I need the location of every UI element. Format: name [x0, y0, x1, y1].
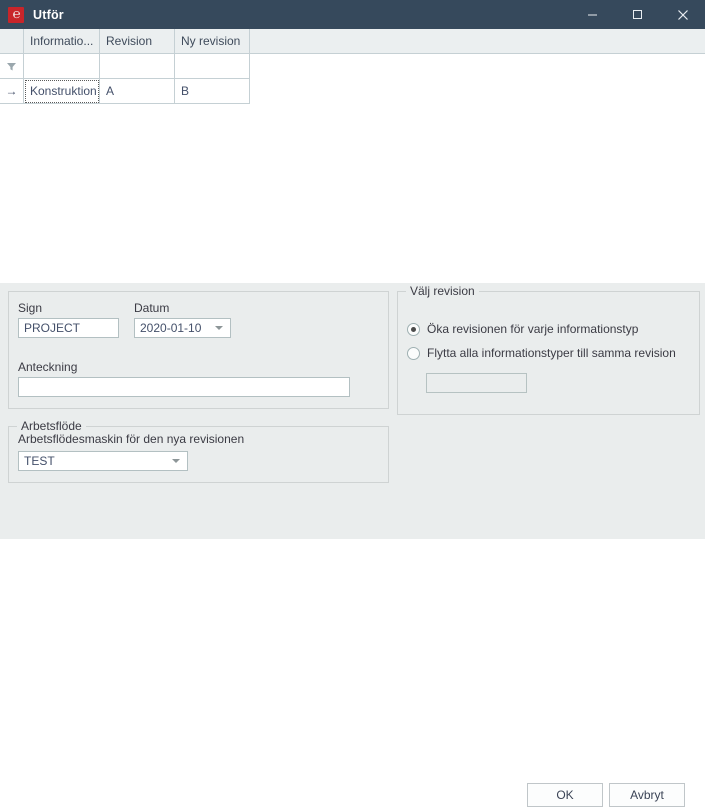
grid-column-header-revision[interactable]: Revision [100, 29, 175, 53]
workflow-machine-value: TEST [24, 454, 55, 468]
grid-header-indicator [0, 29, 24, 53]
chevron-down-icon [215, 326, 223, 330]
datum-value: 2020-01-10 [140, 321, 202, 335]
anteckning-input[interactable] [18, 377, 350, 397]
window-title: Utför [33, 7, 64, 22]
revision-grid: Informatio... Revision Ny revision → Kon… [0, 29, 705, 283]
title-bar: ℮ Utför [0, 0, 705, 29]
grid-column-header-ny-revision[interactable]: Ny revision [175, 29, 250, 53]
ok-button[interactable]: OK [527, 783, 603, 807]
chevron-down-icon [172, 459, 180, 463]
filter-input-ny-revision[interactable] [175, 54, 250, 79]
datum-label: Datum [134, 301, 170, 315]
workflow-group: Arbetsflöde Arbetsflödesmaskin för den n… [8, 419, 389, 483]
cell-revision[interactable]: A [100, 79, 175, 104]
grid-header-filler [250, 29, 705, 53]
table-row[interactable]: → Konstruktion A B [0, 79, 705, 104]
minimize-button[interactable] [570, 0, 615, 29]
target-revision-input[interactable] [426, 373, 527, 393]
anteckning-label: Anteckning [18, 360, 78, 374]
radio-option-increase[interactable]: Öka revisionen för varje informationstyp [407, 322, 638, 336]
datum-date-picker[interactable]: 2020-01-10 [134, 318, 231, 338]
revision-group-legend: Välj revision [406, 284, 479, 298]
radio-increase-label: Öka revisionen för varje informationstyp [427, 322, 639, 336]
workflow-description-label: Arbetsflödesmaskin för den nya revisione… [18, 432, 245, 446]
row-indicator-arrow: → [0, 79, 24, 104]
workflow-machine-select[interactable]: TEST [18, 451, 188, 471]
sign-input[interactable]: PROJECT [18, 318, 119, 338]
revision-group: Välj revision Öka revisionen för varje i… [397, 284, 700, 415]
grid-filter-row [0, 54, 705, 79]
bottom-panel: Sign PROJECT Datum 2020-01-10 Anteckning… [0, 283, 705, 807]
filter-funnel-icon[interactable] [0, 54, 24, 79]
radio-option-move[interactable]: Flytta alla informationstyper till samma… [407, 346, 676, 360]
sign-label: Sign [18, 301, 43, 315]
app-logo-glyph: ℮ [12, 6, 21, 22]
cancel-button[interactable]: Avbryt [609, 783, 685, 807]
radio-move-label: Flytta alla informationstyper till samma… [427, 346, 676, 360]
grid-column-header-informationstyp[interactable]: Informatio... [24, 29, 100, 53]
filter-input-informationstyp[interactable] [24, 54, 100, 79]
close-button[interactable] [660, 0, 705, 29]
filter-input-revision[interactable] [100, 54, 175, 79]
cell-ny-revision[interactable]: B [175, 79, 250, 104]
workflow-group-legend: Arbetsflöde [17, 419, 86, 433]
radio-increase-indicator [407, 322, 420, 336]
app-logo-icon: ℮ [8, 6, 24, 23]
maximize-button[interactable] [615, 0, 660, 29]
cell-informationstyp[interactable]: Konstruktion [24, 79, 100, 104]
sign-group: Sign PROJECT Datum 2020-01-10 Anteckning [8, 291, 389, 409]
window-controls [570, 0, 705, 29]
filter-row-filler [250, 54, 705, 79]
data-row-filler [250, 79, 705, 104]
radio-move-indicator [407, 346, 420, 360]
grid-header-row: Informatio... Revision Ny revision [0, 29, 705, 54]
